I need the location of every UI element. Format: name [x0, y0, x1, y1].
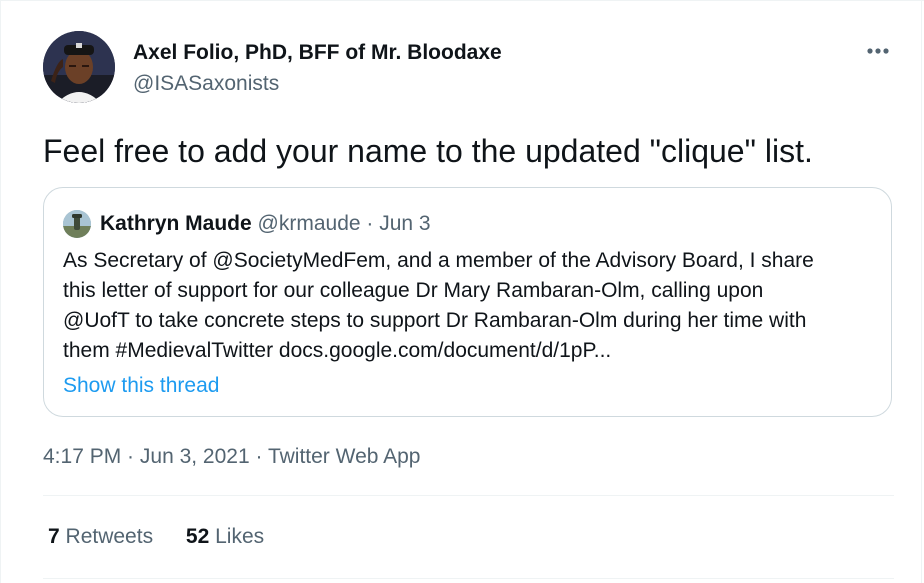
tweet-time[interactable]: 4:17 PM — [43, 445, 121, 468]
tweet-source[interactable]: Twitter Web App — [268, 445, 421, 468]
divider — [43, 495, 894, 496]
profile-photo-icon — [63, 210, 91, 238]
author-handle[interactable]: @ISASaxonists — [133, 72, 279, 96]
quoted-author-handle[interactable]: @krmaude — [258, 212, 361, 235]
quoted-separator: · — [360, 212, 380, 235]
tweet-stats: 7 Retweets 52 Likes — [48, 525, 291, 549]
quoted-date[interactable]: Jun 3 — [379, 212, 430, 235]
show-thread-link[interactable]: Show this thread — [63, 372, 219, 400]
meta-separator: · — [121, 445, 140, 468]
author-name[interactable]: Axel Folio, PhD, BFF of Mr. Bloodaxe — [133, 41, 502, 65]
retweets-count: 7 — [48, 525, 60, 548]
quoted-text-line: them #MedievalTwitter docs.google.com/do… — [63, 339, 612, 362]
tweet-card: Axel Folio, PhD, BFF of Mr. Bloodaxe @IS… — [0, 0, 924, 583]
bottom-divider — [43, 578, 894, 579]
more-options-icon — [867, 48, 889, 54]
retweets-stat[interactable]: 7 Retweets — [48, 525, 153, 549]
tweet-date[interactable]: Jun 3, 2021 — [140, 445, 250, 468]
tweet-meta: 4:17 PM · Jun 3, 2021 · Twitter Web App — [43, 445, 420, 469]
retweets-label: Retweets — [65, 525, 154, 548]
likes-stat[interactable]: 52 Likes — [186, 525, 264, 549]
quoted-text: As Secretary of @SocietyMedFem, and a me… — [63, 246, 883, 366]
quoted-tweet[interactable]: Kathryn Maude @krmaude · Jun 3 As Secret… — [43, 187, 892, 417]
quoted-text-line: As Secretary of @SocietyMedFem, and a me… — [63, 249, 814, 272]
profile-photo-icon — [43, 31, 115, 103]
meta-separator: · — [249, 445, 268, 468]
quoted-text-line: this letter of support for our colleague… — [63, 279, 764, 302]
likes-label: Likes — [215, 525, 265, 548]
right-border — [921, 1, 922, 583]
tweet-text: Feel free to add your name to the update… — [43, 133, 813, 169]
quoted-author-avatar[interactable] — [63, 210, 91, 238]
left-border — [0, 1, 1, 583]
quoted-text-line: @UofT to take concrete steps to support … — [63, 309, 807, 332]
quoted-header: Kathryn Maude @krmaude · Jun 3 — [100, 210, 431, 238]
likes-count: 52 — [185, 525, 210, 548]
quoted-author-name[interactable]: Kathryn Maude — [100, 212, 252, 235]
more-options-button[interactable] — [862, 41, 894, 61]
author-avatar[interactable] — [43, 31, 115, 103]
